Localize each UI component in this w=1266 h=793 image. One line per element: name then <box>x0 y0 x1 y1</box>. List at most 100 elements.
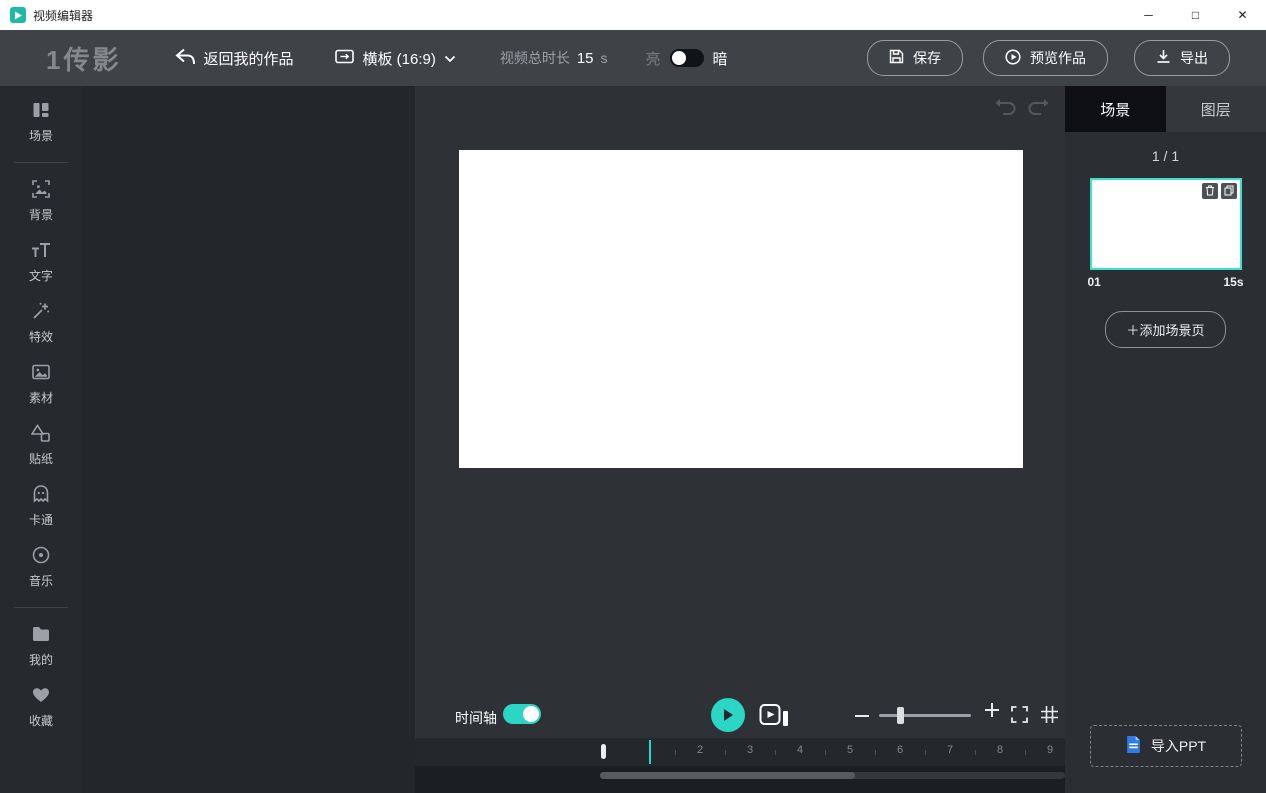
preview-button[interactable]: 预览作品 <box>983 40 1108 76</box>
zoom-slider-knob[interactable] <box>897 707 904 724</box>
back-to-works-button[interactable]: 返回我的作品 <box>175 48 293 69</box>
scene-thumbnail-meta: 01 15s <box>1088 275 1244 289</box>
add-scene-button[interactable]: ＋添加场景页 <box>1105 311 1226 348</box>
timeline-ruler[interactable]: 2 3 4 5 6 7 8 9 <box>415 738 1065 766</box>
play-icon <box>724 709 733 721</box>
sidebar-item-label: 音乐 <box>28 574 53 588</box>
sidebar-item-label: 文字 <box>28 269 53 283</box>
total-duration: 视频总时长 15 s <box>500 48 608 68</box>
theme-light-label: 亮 <box>645 50 661 68</box>
sticker-icon <box>30 423 51 446</box>
ruler-number: 9 <box>1046 744 1054 756</box>
scenes-icon <box>31 100 51 123</box>
app-icon <box>10 7 26 23</box>
playhead[interactable] <box>649 740 651 764</box>
timeline-scrollbar[interactable] <box>600 772 1065 779</box>
sidebar-item-text[interactable]: 文字 <box>29 240 53 284</box>
maximize-button[interactable]: □ <box>1172 0 1219 30</box>
clip-start-handle[interactable] <box>601 744 606 759</box>
plus-icon <box>985 703 999 720</box>
history-controls <box>995 98 1049 119</box>
tab-scene[interactable]: 场景 <box>1065 86 1166 132</box>
sidebar-item-effects[interactable]: 特效 <box>29 301 53 345</box>
sidebar-divider <box>14 607 68 608</box>
sidebar-item-scenes[interactable]: 场景 <box>29 100 53 144</box>
ruler-number: 8 <box>996 744 1004 756</box>
import-ppt-button[interactable]: 导入PPT <box>1089 725 1242 767</box>
sidebar: 场景 背景 文字 特效 素材 贴纸 卡通 音乐 我的 收藏 <box>0 86 82 793</box>
sidebar-item-background[interactable]: 背景 <box>29 179 53 223</box>
window-controls: ─ □ ✕ <box>1125 0 1266 30</box>
theme-toggle[interactable] <box>669 49 704 67</box>
ruler-number: 5 <box>846 744 854 756</box>
theme-toggle-group: 亮 暗 <box>646 48 728 69</box>
sidebar-item-mine[interactable]: 我的 <box>29 624 53 668</box>
export-label: 导出 <box>1180 50 1208 66</box>
sidebar-item-cartoon[interactable]: 卡通 <box>29 484 53 528</box>
delete-scene-button[interactable] <box>1201 183 1218 199</box>
save-icon <box>889 49 904 67</box>
ruler-tick <box>825 750 826 755</box>
sidebar-item-favorites[interactable]: 收藏 <box>29 685 53 729</box>
trash-icon <box>1205 184 1215 199</box>
scene-index: 01 <box>1087 275 1101 289</box>
timeline-toggle-knob <box>523 706 539 722</box>
ruler-tick <box>875 750 876 755</box>
play-button[interactable] <box>711 698 745 732</box>
sidebar-item-label: 背景 <box>28 208 53 222</box>
background-icon <box>31 179 51 202</box>
duration-value[interactable]: 15 <box>577 50 594 67</box>
text-icon <box>31 240 51 263</box>
scene-panel: 场景 图层 1 / 1 01 15s ＋添加场景页 导入PPT <box>1065 86 1266 793</box>
redo-icon[interactable] <box>1027 98 1049 119</box>
sidebar-item-label: 收藏 <box>28 714 53 728</box>
timeline-scrollbar-thumb[interactable] <box>600 772 855 779</box>
close-button[interactable]: ✕ <box>1219 0 1266 30</box>
ruler-tick <box>1025 750 1026 755</box>
cartoon-icon <box>31 484 51 507</box>
play-circle-icon <box>1005 48 1021 68</box>
ruler-tick <box>725 750 726 755</box>
export-button[interactable]: 导出 <box>1134 40 1230 76</box>
sidebar-divider <box>14 162 68 163</box>
right-panel-tabs: 场景 图层 <box>1065 86 1266 132</box>
fit-screen-icon <box>1011 706 1028 726</box>
scene-page-indicator: 1 / 1 <box>1151 148 1180 164</box>
duplicate-scene-button[interactable] <box>1220 183 1237 199</box>
aspect-ratio-dropdown[interactable]: 横板 (16:9) <box>335 48 455 69</box>
back-label: 返回我的作品 <box>203 50 294 68</box>
ruler-tick <box>925 750 926 755</box>
save-label: 保存 <box>913 50 941 66</box>
titlebar: 视频编辑器 ─ □ ✕ <box>0 0 1266 30</box>
sidebar-item-assets[interactable]: 素材 <box>29 362 53 406</box>
ruler-tick <box>675 750 676 755</box>
download-icon <box>1156 49 1171 67</box>
zoom-out-button[interactable] <box>855 709 869 726</box>
ruler-number: 7 <box>946 744 954 756</box>
asset-panel <box>82 86 415 793</box>
undo-icon[interactable] <box>995 98 1017 119</box>
canvas-region: 时间轴 2 3 4 5 6 7 8 9 <box>415 86 1065 793</box>
zoom-slider[interactable] <box>879 707 971 724</box>
content: 场景 背景 文字 特效 素材 贴纸 卡通 音乐 我的 收藏 时间轴 2 3 4 … <box>0 86 1266 793</box>
scene-thumbnail[interactable] <box>1089 178 1242 270</box>
save-button[interactable]: 保存 <box>867 40 963 76</box>
sidebar-item-stickers[interactable]: 贴纸 <box>29 423 53 467</box>
scene-thumbnail-actions <box>1201 183 1237 199</box>
fit-screen-button[interactable] <box>1011 706 1028 726</box>
timeline-toggle[interactable] <box>503 704 541 724</box>
minimize-button[interactable]: ─ <box>1125 0 1172 30</box>
sidebar-item-music[interactable]: 音乐 <box>29 545 53 589</box>
preview-frames-button[interactable] <box>759 702 789 731</box>
video-editor-window: 视频编辑器 ─ □ ✕ 1传影 返回我的作品 横板 (16:9) 视频总时长 1… <box>0 0 1266 793</box>
aspect-label: 横板 (16:9) <box>362 50 436 68</box>
heart-icon <box>31 685 51 708</box>
music-icon <box>31 545 51 568</box>
grid-snap-button[interactable] <box>1041 706 1058 726</box>
zoom-in-button[interactable] <box>985 703 999 720</box>
import-ppt-label: 导入PPT <box>1150 738 1207 754</box>
theme-toggle-knob <box>671 51 686 65</box>
duplicate-icon <box>1224 184 1234 199</box>
tab-layer[interactable]: 图层 <box>1165 86 1266 132</box>
edit-canvas[interactable] <box>459 150 1023 468</box>
